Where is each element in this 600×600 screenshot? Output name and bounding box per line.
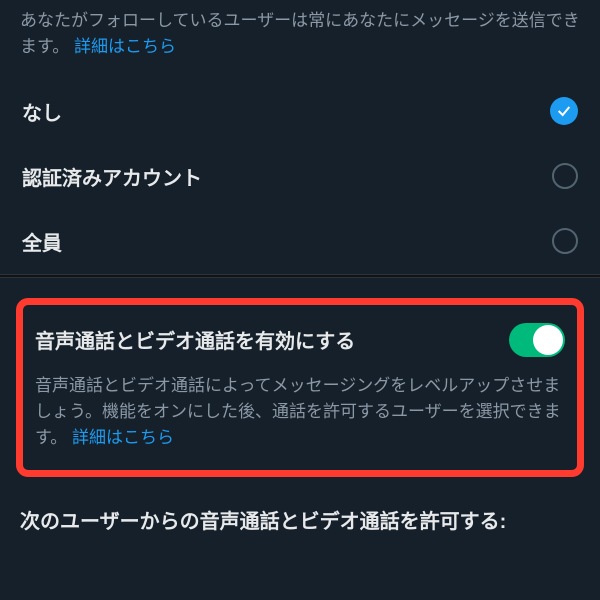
radio-label-none: なし <box>22 97 62 126</box>
radio-option-verified[interactable]: 認証済みアカウント <box>0 144 600 209</box>
toggle-knob <box>533 325 563 355</box>
call-toggle-switch[interactable] <box>509 323 565 357</box>
radio-unchecked-icon <box>552 228 578 254</box>
call-toggle-row: 音声通話とビデオ通話を有効にする <box>35 323 565 357</box>
call-toggle-description: 音声通話とビデオ通話によってメッセージングをレベルアップさせましょう。機能をオン… <box>35 373 565 452</box>
top-description-link[interactable]: 詳細はこちら <box>74 37 176 56</box>
highlight-annotation: 音声通話とビデオ通話を有効にする 音声通話とビデオ通話によってメッセージングをレ… <box>16 298 584 477</box>
radio-option-everyone[interactable]: 全員 <box>0 209 600 274</box>
top-description: あなたがフォローしているユーザーは常にあなたにメッセージを送信できます。 詳細は… <box>0 0 600 79</box>
message-permission-radio-group: なし 認証済みアカウント 全員 <box>0 79 600 274</box>
call-toggle-label: 音声通話とビデオ通話を有効にする <box>35 325 355 354</box>
radio-label-verified: 認証済みアカウント <box>22 162 202 191</box>
allow-calls-heading: 次のユーザーからの音声通話とビデオ通話を許可する: <box>0 487 600 540</box>
section-divider <box>0 274 600 278</box>
radio-label-everyone: 全員 <box>22 227 62 256</box>
radio-option-none[interactable]: なし <box>0 79 600 144</box>
call-toggle-section: 音声通話とビデオ通話を有効にする 音声通話とビデオ通話によってメッセージングをレ… <box>16 298 584 477</box>
call-toggle-link[interactable]: 詳細はこちら <box>72 428 174 447</box>
radio-checked-icon <box>550 97 578 125</box>
radio-unchecked-icon <box>552 163 578 189</box>
